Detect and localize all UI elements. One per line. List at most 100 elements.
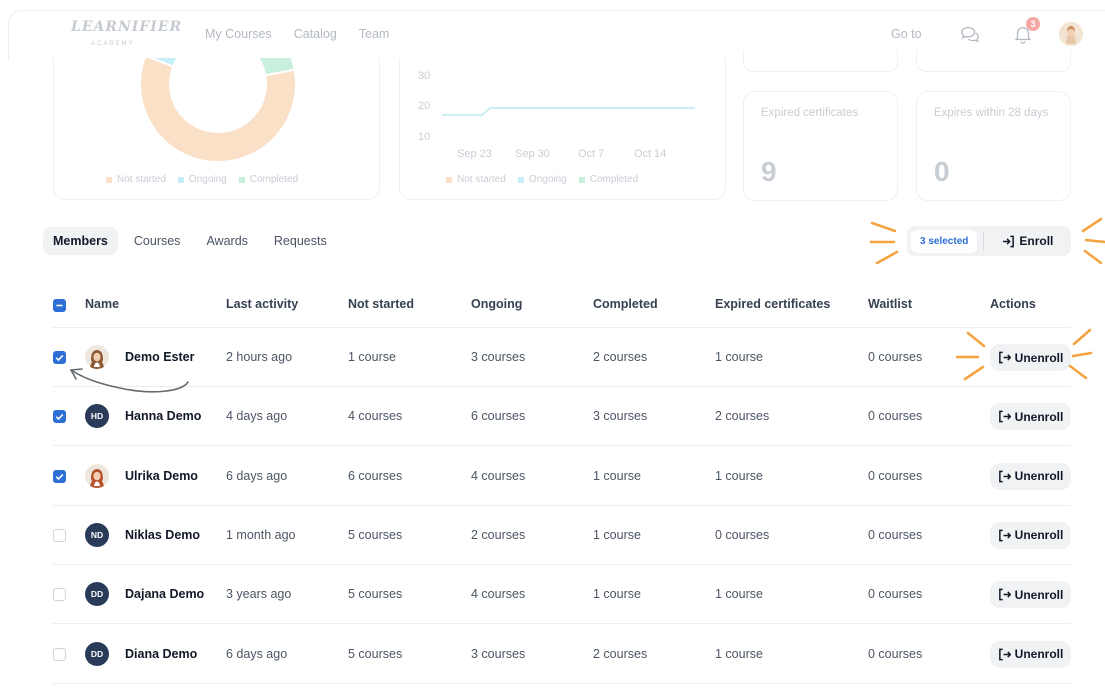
cell-last-activity: 6 days ago [226,468,288,483]
donut-legend: Not started Ongoing Completed [106,174,298,185]
table-row[interactable]: DD Diana Demo 6 days ago 5 courses 3 courses… [53,625,1071,684]
table-row[interactable]: Demo Ester 2 hours ago 1 course 3 courses 2 … [53,328,1071,387]
cell-ongoing: 3 courses [471,646,526,661]
enroll-button[interactable]: Enroll [1002,234,1053,248]
cell-expired-certificates: 1 course [715,350,763,364]
nav-my-courses[interactable]: My Courses [205,27,272,41]
member-name[interactable]: Dajana Demo [125,587,204,601]
notification-badge: 3 [1026,17,1040,31]
main-nav: My Courses Catalog Team [205,27,389,41]
column-header-last-activity[interactable]: Last activity [226,297,298,311]
legend-completed: Completed [249,174,299,185]
tab-members[interactable]: Members [43,227,118,255]
expired-certificates-card: Expired certificates 9 [743,91,898,201]
legend-ongoing: Ongoing [528,174,567,185]
unenroll-icon [998,648,1011,660]
column-header-ongoing[interactable]: Ongoing [471,297,522,311]
tab-courses[interactable]: Courses [124,227,191,255]
table-row[interactable]: Ulrika Demo 6 days ago 6 courses 4 courses 1… [53,447,1071,506]
cell-last-activity: 4 days ago [226,409,288,424]
divider [983,232,985,250]
legend-ongoing: Ongoing [188,174,227,185]
goto-menu[interactable]: Go to [891,27,922,41]
selected-count[interactable]: 3 selected [911,229,978,253]
unenroll-label: Unenroll [1014,350,1064,365]
tab-requests[interactable]: Requests [264,227,337,255]
member-avatar [85,345,109,369]
select-all-checkbox[interactable] [53,299,66,312]
unenroll-icon [998,410,1011,423]
column-header-not-started[interactable]: Not started [348,297,414,311]
row-checkbox[interactable] [53,410,66,424]
legend-not-started: Not started [457,174,506,185]
highlight-stroke [1071,351,1093,358]
learnifier-logo[interactable]: LEARNIFIER ACADEMY [71,19,181,53]
enroll-icon [1003,235,1015,247]
unenroll-icon [998,588,1011,601]
member-name[interactable]: Diana Demo [125,647,197,661]
cell-not-started: 4 courses [348,409,403,424]
logo-sub-text: ACADEMY [91,41,135,47]
row-checkbox[interactable] [53,469,66,483]
stat-label: Expires within 28 days [934,107,1049,119]
cell-last-activity: 1 month ago [226,527,296,542]
progress-donut-card: Not started Ongoing Completed [53,58,380,200]
progress-donut-chart [139,58,297,163]
cell-waitlist: 0 courses [868,468,923,483]
row-checkbox[interactable] [53,588,66,602]
nav-catalog[interactable]: Catalog [294,27,337,41]
cell-last-activity: 6 days ago [226,646,288,661]
cell-waitlist: 0 courses [868,587,923,602]
cell-last-activity: 3 years ago [226,587,292,602]
cell-last-activity: 2 hours ago [226,350,293,364]
highlight-stroke [875,250,899,265]
member-name[interactable]: Demo Ester [125,350,194,364]
unenroll-button[interactable]: Unenroll [990,521,1071,549]
stat-card-top [743,50,898,72]
cell-ongoing: 2 courses [471,527,526,542]
unenroll-button[interactable]: Unenroll [990,581,1071,609]
table-row[interactable]: HD Hanna Demo 4 days ago 4 courses 6 courses… [53,387,1071,447]
tab-awards[interactable]: Awards [196,227,257,255]
row-checkbox[interactable] [53,351,66,364]
stat-label: Expired certificates [761,107,859,119]
table-row[interactable]: DD Dajana Demo 3 years ago 5 courses 4 cours… [53,565,1071,625]
unenroll-button[interactable]: Unenroll [990,344,1071,371]
x-tick-label: Oct 7 [578,148,605,160]
completed-series-line [442,107,695,116]
cell-not-started: 6 courses [348,468,403,483]
nav-team[interactable]: Team [359,27,390,41]
cell-waitlist: 0 courses [868,350,923,364]
member-name[interactable]: Hanna Demo [125,409,201,423]
table-row[interactable]: ND Niklas Demo 1 month ago 5 courses 2 cours… [53,506,1071,565]
column-header-actions: Actions [990,297,1036,311]
legend-not-started: Not started [117,174,166,185]
row-checkbox[interactable] [53,647,66,661]
highlight-stroke [1072,328,1092,346]
unenroll-label: Unenroll [1014,647,1064,661]
cell-not-started: 1 course [348,350,396,364]
member-name[interactable]: Niklas Demo [125,528,200,542]
unenroll-button[interactable]: Unenroll [990,640,1071,668]
column-header-expired-certificates[interactable]: Expired certificates [715,297,830,311]
cell-completed: 3 courses [593,409,648,424]
column-header-waitlist[interactable]: Waitlist [868,297,912,311]
cell-waitlist: 0 courses [868,409,923,424]
row-checkbox[interactable] [53,528,66,542]
unenroll-button[interactable]: Unenroll [990,462,1071,490]
member-avatar [85,463,109,488]
cell-not-started: 5 courses [348,587,403,602]
unenroll-label: Unenroll [1014,587,1064,602]
user-avatar[interactable] [1059,22,1083,46]
member-name[interactable]: Ulrika Demo [125,469,198,483]
column-header-name[interactable]: Name [85,297,119,311]
cell-expired-certificates: 1 course [715,468,763,483]
chat-icon[interactable] [959,23,981,45]
x-tick-label: Sep 30 [515,148,550,160]
expires-soon-card: Expires within 28 days 0 [916,91,1071,201]
cell-completed: 1 course [593,527,641,542]
column-header-completed[interactable]: Completed [593,297,658,311]
members-table-header: Name Last activity Not started Ongoing C… [53,290,1071,328]
unenroll-button[interactable]: Unenroll [990,403,1071,431]
cell-expired-certificates: 2 courses [715,409,770,424]
